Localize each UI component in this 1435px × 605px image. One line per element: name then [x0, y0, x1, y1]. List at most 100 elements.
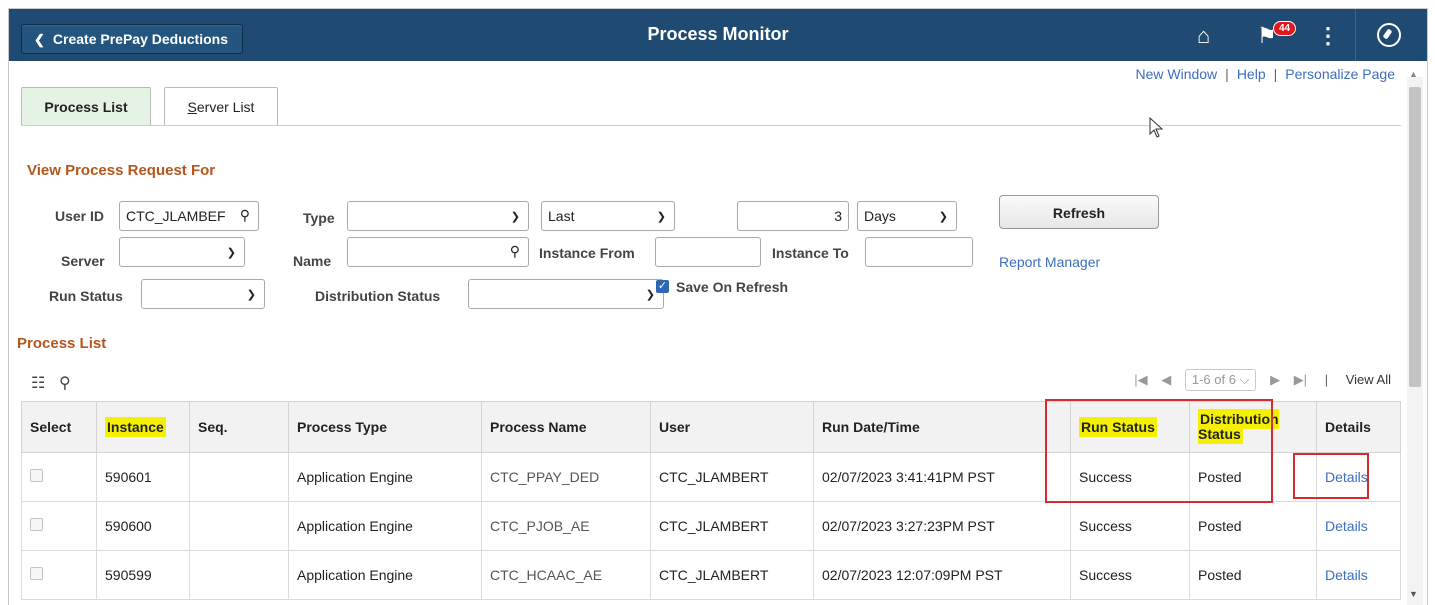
- user-id-input[interactable]: CTC_JLAMBEF ⚲: [119, 201, 259, 231]
- row-select-checkbox[interactable]: [30, 567, 43, 580]
- view-process-request-title: View Process Request For: [27, 162, 216, 179]
- column-header-process-name[interactable]: Process Name: [481, 401, 651, 453]
- period-select[interactable]: Last ❯: [541, 201, 675, 231]
- run-datetime-cell: 02/07/2023 12:07:09PM PST: [813, 550, 1071, 600]
- previous-page-icon[interactable]: ◀: [1161, 372, 1171, 387]
- instance-to-label: Instance To: [772, 245, 849, 261]
- column-header-process-type[interactable]: Process Type: [288, 401, 482, 453]
- tab-server-list[interactable]: Server List: [164, 87, 278, 126]
- notification-badge[interactable]: 44: [1273, 21, 1297, 36]
- period-value: Last: [548, 208, 575, 224]
- view-all-link[interactable]: View All: [1346, 372, 1391, 387]
- distribution-status-select[interactable]: ❯: [468, 279, 664, 309]
- period-unit-select[interactable]: Days ❯: [857, 201, 957, 231]
- chevron-down-icon: ❯: [226, 247, 236, 259]
- scroll-up-arrow-icon[interactable]: ▲: [1409, 69, 1418, 79]
- select-cell: [21, 452, 97, 502]
- period-unit-value: Days: [864, 208, 896, 224]
- chevron-down-icon: ❯: [246, 289, 256, 301]
- refresh-button[interactable]: Refresh: [999, 195, 1159, 229]
- details-link[interactable]: Details: [1325, 567, 1368, 583]
- grid-personalize-icon[interactable]: ☷: [31, 373, 45, 393]
- user-cell: CTC_JLAMBERT: [650, 550, 814, 600]
- tab-process-list[interactable]: Process List: [21, 87, 151, 126]
- distribution-status-cell: Posted: [1189, 550, 1317, 600]
- annotation-highlight-box-status: [1045, 399, 1273, 503]
- next-page-icon[interactable]: ▶: [1270, 372, 1280, 387]
- search-icon[interactable]: ⚲: [59, 373, 71, 393]
- select-cell: [21, 550, 97, 600]
- chevron-down-icon: ❯: [645, 289, 655, 301]
- details-link[interactable]: Details: [1325, 518, 1368, 534]
- column-header-details: Details: [1316, 401, 1401, 453]
- scrollbar-thumb[interactable]: [1409, 87, 1421, 387]
- kebab-menu-icon[interactable]: ⋮: [1317, 25, 1339, 47]
- server-select[interactable]: ❯: [119, 237, 245, 267]
- process-type-cell: Application Engine: [288, 452, 482, 502]
- user-cell: CTC_JLAMBERT: [650, 501, 814, 551]
- search-icon[interactable]: ⚲: [510, 237, 520, 265]
- seq-cell: [189, 550, 289, 600]
- instance-from-input[interactable]: [655, 237, 761, 267]
- search-icon[interactable]: ⚲: [240, 201, 250, 229]
- table-row: 590600 Application Engine CTC_PJOB_AE CT…: [21, 501, 1401, 551]
- process-type-cell: Application Engine: [288, 501, 482, 551]
- run-status-label: Run Status: [49, 288, 123, 304]
- period-count-value: 3: [834, 208, 842, 224]
- personalize-page-link[interactable]: Personalize Page: [1285, 66, 1395, 82]
- home-icon[interactable]: ⌂: [1197, 25, 1210, 47]
- process-list-title: Process List: [17, 335, 107, 352]
- run-datetime-cell: 02/07/2023 3:27:23PM PST: [813, 501, 1071, 551]
- grid-pager: |◀ ◀ 1-6 of 6 ⌵ ▶ ▶| | View All: [1134, 369, 1391, 391]
- new-window-link[interactable]: New Window: [1135, 66, 1217, 82]
- chevron-down-icon: ❯: [510, 211, 520, 223]
- instance-to-input[interactable]: [865, 237, 973, 267]
- seq-cell: [189, 452, 289, 502]
- select-cell: [21, 501, 97, 551]
- first-page-icon[interactable]: |◀: [1134, 372, 1147, 387]
- process-type-cell: Application Engine: [288, 550, 482, 600]
- column-header-run-datetime[interactable]: Run Date/Time: [813, 401, 1071, 453]
- details-cell: Details: [1316, 550, 1401, 600]
- column-header-select: Select: [21, 401, 97, 453]
- run-status-cell: Success: [1070, 501, 1190, 551]
- compass-icon[interactable]: [1377, 23, 1401, 47]
- process-name-cell: CTC_PJOB_AE: [481, 501, 651, 551]
- seq-cell: [189, 501, 289, 551]
- run-status-select[interactable]: ❯: [141, 279, 265, 309]
- page-range-select[interactable]: 1-6 of 6 ⌵: [1184, 369, 1257, 391]
- instance-cell: 590599: [96, 550, 190, 600]
- browser-frame: ❮ Create PrePay Deductions Process Monito…: [8, 8, 1428, 605]
- column-header-user[interactable]: User: [650, 401, 814, 453]
- annotation-highlight-box-details: [1293, 453, 1369, 499]
- mouse-cursor-icon: [1149, 117, 1164, 138]
- distribution-status-label: Distribution Status: [315, 288, 441, 304]
- save-on-refresh-checkbox[interactable]: ✓: [656, 280, 669, 293]
- instance-header-label: Instance: [105, 417, 166, 437]
- column-header-seq[interactable]: Seq.: [189, 401, 289, 453]
- top-navigation-bar: ❮ Create PrePay Deductions Process Monito…: [9, 9, 1427, 61]
- instance-cell: 590601: [96, 452, 190, 502]
- type-select[interactable]: ❯: [347, 201, 529, 231]
- period-count-input[interactable]: 3: [737, 201, 849, 231]
- page-links: New Window | Help | Personalize Page: [1135, 66, 1395, 82]
- user-id-value: CTC_JLAMBEF: [126, 208, 226, 224]
- save-on-refresh-label: Save On Refresh: [676, 279, 789, 295]
- process-name-input[interactable]: ⚲: [347, 237, 529, 267]
- instance-from-label: Instance From: [539, 245, 635, 261]
- row-select-checkbox[interactable]: [30, 469, 43, 482]
- scroll-down-arrow-icon[interactable]: ▼: [1409, 589, 1418, 599]
- run-datetime-cell: 02/07/2023 3:41:41PM PST: [813, 452, 1071, 502]
- name-label: Name: [293, 253, 332, 269]
- report-manager-link[interactable]: Report Manager: [999, 254, 1100, 270]
- instance-cell: 590600: [96, 501, 190, 551]
- process-name-cell: CTC_PPAY_DED: [481, 452, 651, 502]
- page-range-value: 1-6 of 6: [1191, 372, 1236, 387]
- run-status-cell: Success: [1070, 550, 1190, 600]
- column-header-instance[interactable]: Instance: [96, 401, 190, 453]
- tab-divider: [21, 125, 1401, 126]
- help-link[interactable]: Help: [1237, 66, 1266, 82]
- details-cell: Details: [1316, 501, 1401, 551]
- row-select-checkbox[interactable]: [30, 518, 43, 531]
- last-page-icon[interactable]: ▶|: [1294, 372, 1307, 387]
